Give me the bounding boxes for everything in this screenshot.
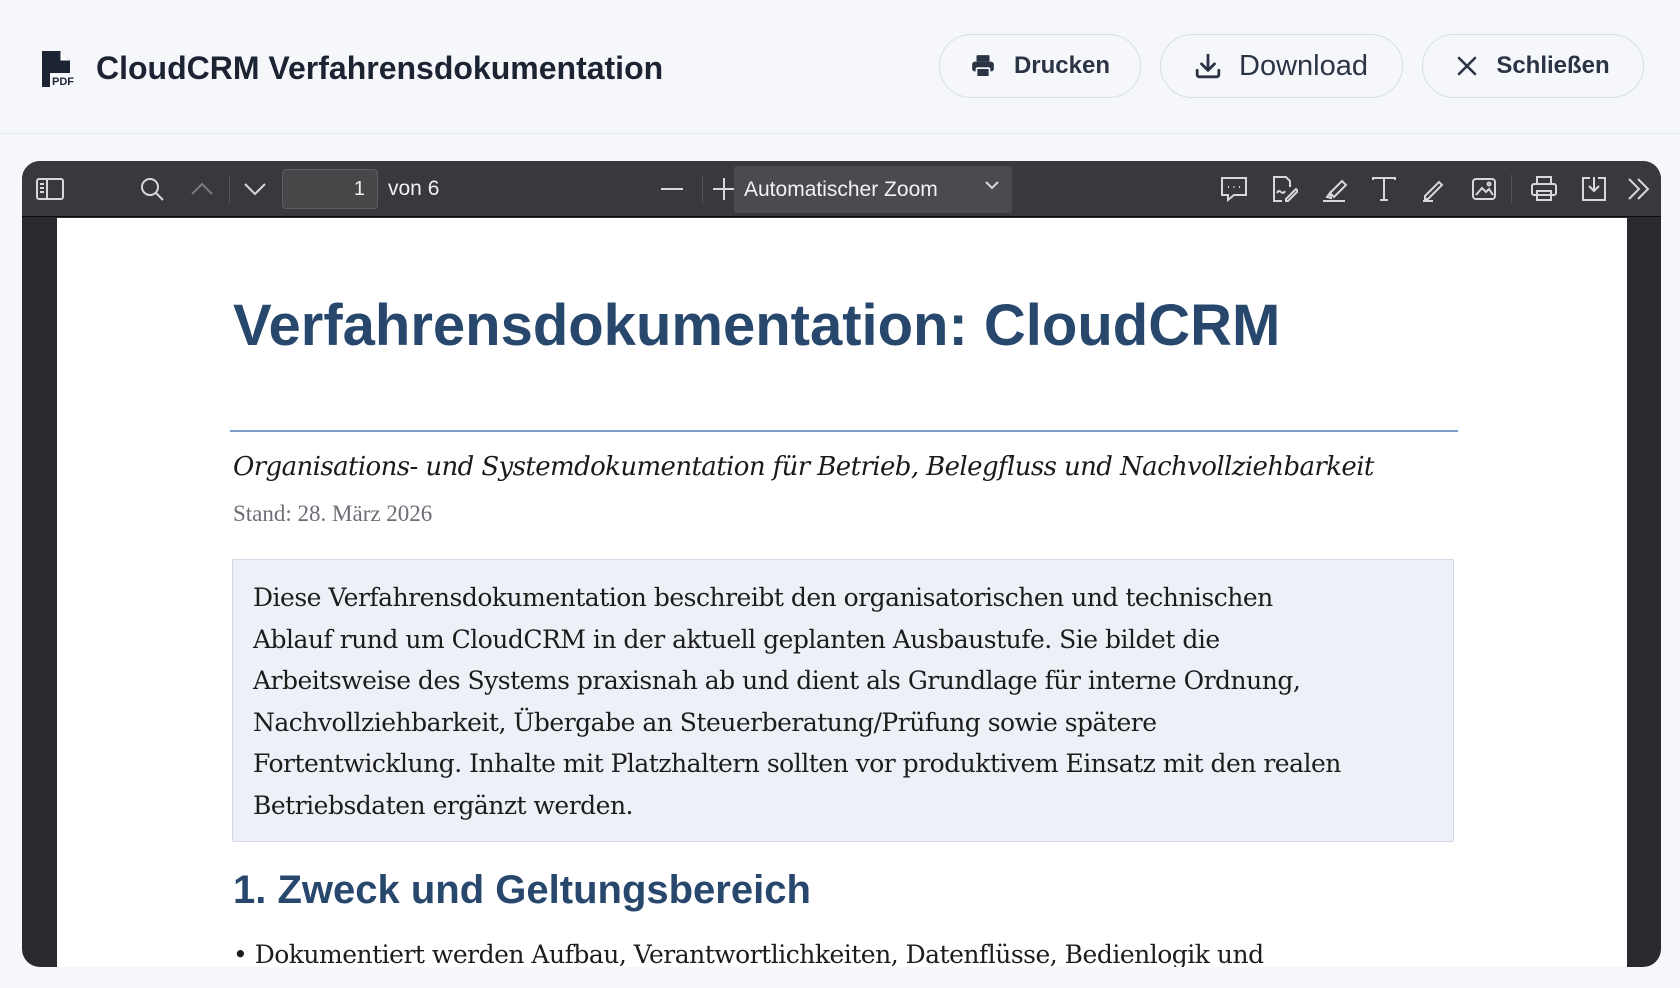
toolbar-separator <box>702 175 703 203</box>
toolbar-separator <box>1511 175 1512 203</box>
next-page-icon[interactable] <box>237 171 273 207</box>
draw-icon[interactable] <box>1416 171 1452 207</box>
viewer-header: PDF CloudCRM Verfahrensdokumentation Dru… <box>0 0 1680 134</box>
text-tool-icon[interactable] <box>1366 171 1402 207</box>
intro-box: Diese Verfahrensdokumentation beschreibt… <box>232 559 1454 842</box>
save-icon[interactable] <box>1576 171 1612 207</box>
zoom-out-icon[interactable] <box>654 171 690 207</box>
printer-icon <box>972 55 994 78</box>
print-button[interactable]: Drucken <box>939 34 1141 98</box>
download-button[interactable]: Download <box>1160 34 1403 98</box>
comment-icon[interactable] <box>1216 171 1252 207</box>
printer-icon[interactable] <box>1526 171 1562 207</box>
title-divider <box>230 430 1458 432</box>
more-tools-icon[interactable] <box>1621 171 1657 207</box>
search-icon[interactable] <box>134 171 170 207</box>
zoom-select[interactable]: Automatischer Zoom <box>734 166 1012 213</box>
intro-line: Fortentwicklung. Inhalte mit Platzhalter… <box>253 749 1341 778</box>
chevron-down-icon <box>985 181 999 190</box>
highlight-icon[interactable] <box>1316 171 1352 207</box>
intro-line: Arbeitsweise des Systems praxisnah ab un… <box>253 666 1301 695</box>
signature-icon[interactable] <box>1266 171 1302 207</box>
page-title: Verfahrensdokumentation: CloudCRM <box>233 293 1281 358</box>
print-button-label: Drucken <box>1013 52 1111 79</box>
page-subtitle: Organisations- und Systemdokumentation f… <box>233 452 1374 482</box>
pdf-page: Verfahrensdokumentation: CloudCRM Organi… <box>57 218 1627 967</box>
list-item: • Dokumentiert werden Aufbau, Verantwort… <box>233 940 1264 967</box>
svg-text:PDF: PDF <box>52 76 74 88</box>
intro-line: Ablauf rund um CloudCRM in der aktuell g… <box>253 624 1220 654</box>
previous-page-icon[interactable] <box>184 171 220 207</box>
page-total: von 6 <box>388 177 440 200</box>
download-button-label: Download <box>1239 49 1368 82</box>
intro-line: Diese Verfahrensdokumentation beschreibt… <box>253 583 1273 612</box>
close-icon <box>1458 56 1477 76</box>
download-icon <box>1195 53 1221 79</box>
intro-line: Nachvollziehbarkeit, Übergabe an Steuerb… <box>253 707 1157 737</box>
close-button-label: Schließen <box>1496 52 1610 79</box>
viewer-toolbar: von 6 Automatischer Zoom <box>22 161 1661 217</box>
toolbar-separator <box>229 175 230 203</box>
add-image-icon[interactable] <box>1466 171 1502 207</box>
close-button[interactable]: Schließen <box>1422 34 1644 98</box>
page-number-input[interactable] <box>282 169 378 209</box>
document-date: Stand: 28. März 2026 <box>233 501 433 526</box>
intro-line: Betriebsdaten ergänzt werden. <box>253 790 634 820</box>
document-title: CloudCRM Verfahrensdokumentation <box>96 50 664 86</box>
section-heading: 1. Zweck und Geltungsbereich <box>233 868 811 912</box>
pdf-viewer: von 6 Automatischer Zoom <box>22 161 1661 967</box>
sidebar-toggle-icon[interactable] <box>32 171 68 207</box>
pdf-file-icon: PDF <box>42 51 80 88</box>
zoom-select-value: Automatischer Zoom <box>744 177 938 201</box>
